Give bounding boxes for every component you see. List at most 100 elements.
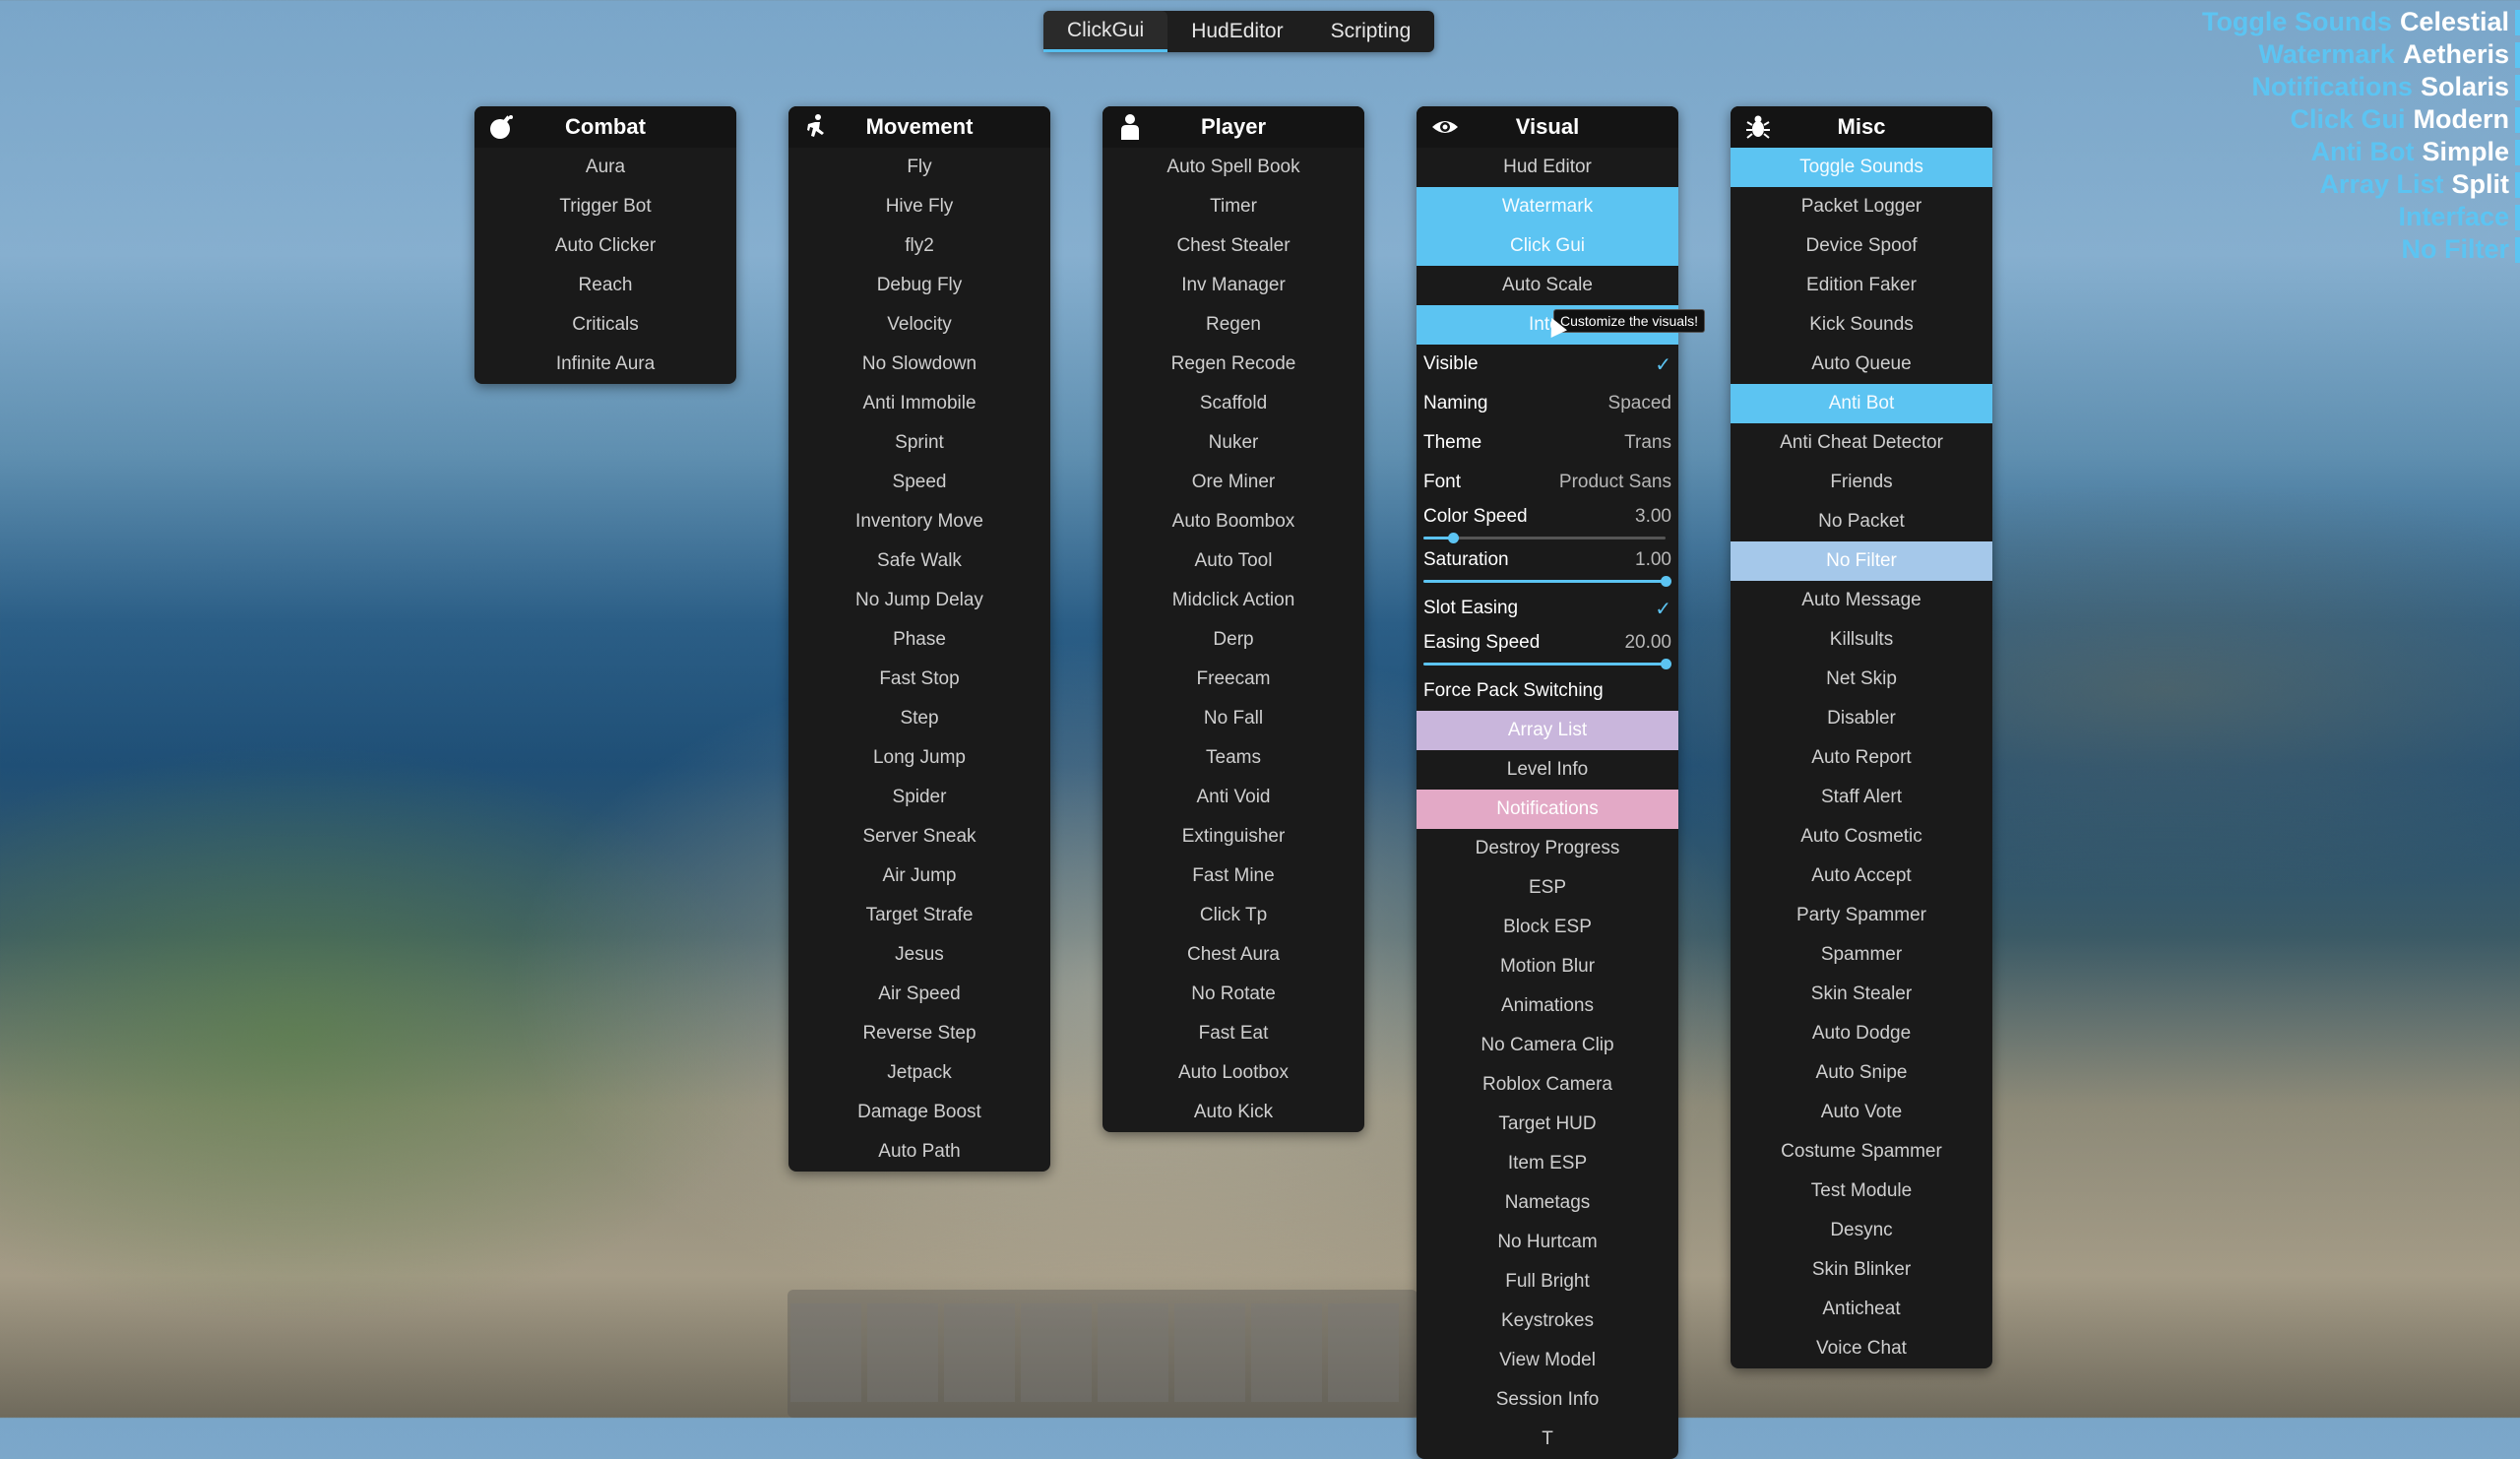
combat-module[interactable]: Trigger Bot — [474, 187, 736, 226]
misc-module[interactable]: Auto Report — [1731, 738, 1992, 778]
combat-module[interactable]: Aura — [474, 148, 736, 187]
player-module[interactable]: Auto Spell Book — [1102, 148, 1364, 187]
movement-module[interactable]: Air Speed — [788, 975, 1050, 1014]
combat-module[interactable]: Criticals — [474, 305, 736, 345]
misc-module[interactable]: Anti Cheat Detector — [1731, 423, 1992, 463]
movement-module[interactable]: Fly — [788, 148, 1050, 187]
tab-hudeditor[interactable]: HudEditor — [1167, 11, 1306, 52]
movement-module[interactable]: Reverse Step — [788, 1014, 1050, 1053]
movement-module[interactable]: Air Jump — [788, 856, 1050, 896]
movement-module[interactable]: Long Jump — [788, 738, 1050, 778]
easing-speed-slider[interactable] — [1423, 659, 1671, 669]
movement-module[interactable]: Sprint — [788, 423, 1050, 463]
movement-module[interactable]: Phase — [788, 620, 1050, 660]
movement-module[interactable]: Anti Immobile — [788, 384, 1050, 423]
movement-module[interactable]: Target Strafe — [788, 896, 1050, 935]
misc-module[interactable]: No Packet — [1731, 502, 1992, 541]
player-module[interactable]: Ore Miner — [1102, 463, 1364, 502]
player-module[interactable]: Midclick Action — [1102, 581, 1364, 620]
misc-module[interactable]: Edition Faker — [1731, 266, 1992, 305]
visual-module[interactable]: No Camera Clip — [1417, 1026, 1678, 1065]
movement-module[interactable]: Fast Stop — [788, 660, 1050, 699]
visual-module[interactable]: ESP — [1417, 868, 1678, 908]
misc-module[interactable]: Friends — [1731, 463, 1992, 502]
misc-module[interactable]: Party Spammer — [1731, 896, 1992, 935]
player-module[interactable]: Nuker — [1102, 423, 1364, 463]
movement-module[interactable]: Debug Fly — [788, 266, 1050, 305]
misc-module[interactable]: Kick Sounds — [1731, 305, 1992, 345]
misc-module[interactable]: Auto Cosmetic — [1731, 817, 1992, 856]
misc-module[interactable]: Skin Stealer — [1731, 975, 1992, 1014]
color-speed-slider[interactable] — [1423, 533, 1666, 543]
movement-module[interactable]: Safe Walk — [788, 541, 1050, 581]
player-module[interactable]: Auto Boombox — [1102, 502, 1364, 541]
tab-clickgui[interactable]: ClickGui — [1043, 11, 1168, 52]
visual-panel-header[interactable]: Visual — [1417, 106, 1678, 148]
movement-module[interactable]: Damage Boost — [788, 1093, 1050, 1132]
movement-module[interactable]: Jesus — [788, 935, 1050, 975]
visual-module[interactable]: Auto Scale — [1417, 266, 1678, 305]
misc-module[interactable]: No Filter — [1731, 541, 1992, 581]
visual-module[interactable]: Array List — [1417, 711, 1678, 750]
saturation-slider[interactable] — [1423, 576, 1671, 587]
misc-module[interactable]: Voice Chat — [1731, 1329, 1992, 1368]
misc-module[interactable]: Net Skip — [1731, 660, 1992, 699]
misc-module[interactable]: Auto Message — [1731, 581, 1992, 620]
setting-visible[interactable]: Visible ✓ — [1417, 345, 1678, 384]
player-module[interactable]: Regen Recode — [1102, 345, 1364, 384]
combat-panel-header[interactable]: Combat — [474, 106, 736, 148]
misc-module[interactable]: Killsults — [1731, 620, 1992, 660]
movement-module[interactable]: Velocity — [788, 305, 1050, 345]
misc-module[interactable]: Test Module — [1731, 1172, 1992, 1211]
visual-module[interactable]: No Hurtcam — [1417, 1223, 1678, 1262]
misc-module[interactable]: Device Spoof — [1731, 226, 1992, 266]
combat-module[interactable]: Reach — [474, 266, 736, 305]
player-module[interactable]: Regen — [1102, 305, 1364, 345]
player-module[interactable]: Chest Stealer — [1102, 226, 1364, 266]
visual-module[interactable]: T — [1417, 1420, 1678, 1459]
player-module[interactable]: Fast Mine — [1102, 856, 1364, 896]
setting-font[interactable]: Font Product Sans — [1417, 463, 1678, 502]
movement-module[interactable]: Spider — [788, 778, 1050, 817]
misc-module[interactable]: Costume Spammer — [1731, 1132, 1992, 1172]
player-module[interactable]: Scaffold — [1102, 384, 1364, 423]
movement-module[interactable]: No Slowdown — [788, 345, 1050, 384]
misc-module[interactable]: Auto Snipe — [1731, 1053, 1992, 1093]
visual-module[interactable]: Nametags — [1417, 1183, 1678, 1223]
visual-module[interactable]: Full Bright — [1417, 1262, 1678, 1301]
visual-module[interactable]: View Model — [1417, 1341, 1678, 1380]
setting-color-speed[interactable]: Color Speed 3.00 — [1417, 502, 1678, 545]
setting-theme[interactable]: Theme Trans — [1417, 423, 1678, 463]
player-module[interactable]: Freecam — [1102, 660, 1364, 699]
visual-module[interactable]: Destroy Progress — [1417, 829, 1678, 868]
setting-easing-speed[interactable]: Easing Speed 20.00 — [1417, 628, 1678, 671]
setting-force-pack-switching[interactable]: Force Pack Switching — [1417, 671, 1678, 711]
setting-slot-easing[interactable]: Slot Easing ✓ — [1417, 589, 1678, 628]
misc-module[interactable]: Staff Alert — [1731, 778, 1992, 817]
visual-module[interactable]: Keystrokes — [1417, 1301, 1678, 1341]
misc-module[interactable]: Auto Accept — [1731, 856, 1992, 896]
movement-module[interactable]: Inventory Move — [788, 502, 1050, 541]
player-module[interactable]: Timer — [1102, 187, 1364, 226]
misc-module[interactable]: Auto Vote — [1731, 1093, 1992, 1132]
movement-module[interactable]: Server Sneak — [788, 817, 1050, 856]
movement-module[interactable]: Speed — [788, 463, 1050, 502]
visual-module[interactable]: Watermark — [1417, 187, 1678, 226]
combat-module[interactable]: Auto Clicker — [474, 226, 736, 266]
player-module[interactable]: Fast Eat — [1102, 1014, 1364, 1053]
tab-scripting[interactable]: Scripting — [1307, 11, 1435, 52]
player-module[interactable]: Auto Kick — [1102, 1093, 1364, 1132]
misc-module[interactable]: Spammer — [1731, 935, 1992, 975]
visual-module[interactable]: Notifications — [1417, 790, 1678, 829]
misc-module[interactable]: Skin Blinker — [1731, 1250, 1992, 1290]
setting-naming[interactable]: Naming Spaced — [1417, 384, 1678, 423]
movement-module[interactable]: No Jump Delay — [788, 581, 1050, 620]
player-module[interactable]: Extinguisher — [1102, 817, 1364, 856]
player-module[interactable]: Anti Void — [1102, 778, 1364, 817]
misc-panel-header[interactable]: Misc — [1731, 106, 1992, 148]
player-module[interactable]: Auto Lootbox — [1102, 1053, 1364, 1093]
movement-panel-header[interactable]: Movement — [788, 106, 1050, 148]
player-panel-header[interactable]: Player — [1102, 106, 1364, 148]
misc-module[interactable]: Desync — [1731, 1211, 1992, 1250]
player-module[interactable]: Derp — [1102, 620, 1364, 660]
